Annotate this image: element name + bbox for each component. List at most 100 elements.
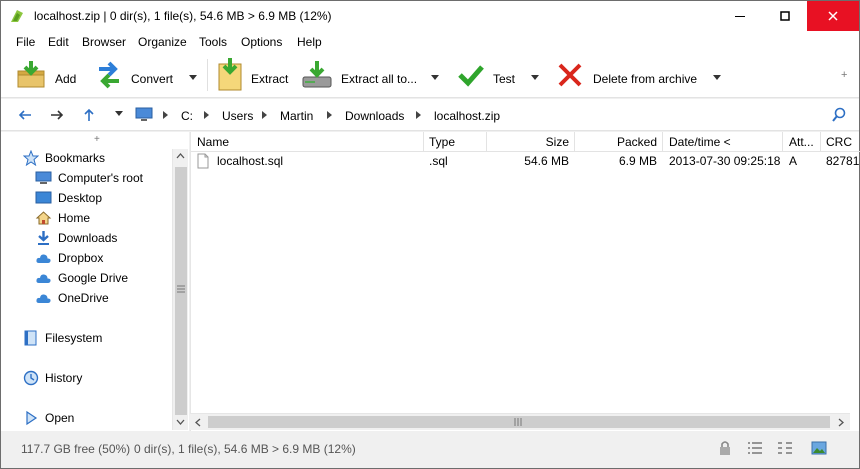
app-window: localhost.zip | 0 dir(s), 1 file(s), 54.…	[0, 0, 860, 469]
menu-edit[interactable]: Edit	[48, 35, 69, 49]
breadcrumb-users[interactable]: Users	[222, 109, 253, 123]
scroll-left-icon[interactable]	[195, 418, 201, 427]
scroll-right-icon[interactable]	[838, 418, 844, 427]
column-header-packed[interactable]: Packed	[575, 132, 663, 152]
delete-dropdown-arrow[interactable]	[713, 75, 721, 80]
image-preview-icon[interactable]	[811, 440, 827, 456]
window-title: localhost.zip | 0 dir(s), 1 file(s), 54.…	[34, 9, 332, 23]
menu-tools[interactable]: Tools	[199, 35, 227, 49]
extract-all-dropdown-arrow[interactable]	[431, 75, 439, 80]
menu-help[interactable]: Help	[297, 35, 322, 49]
sidebar-item-label: OneDrive	[58, 291, 109, 305]
breadcrumb-separator[interactable]	[163, 111, 168, 119]
sidebar-open[interactable]: Open	[23, 409, 74, 427]
sidebar-item-label: Google Drive	[58, 271, 129, 285]
breadcrumb-separator[interactable]	[327, 111, 332, 119]
table-row[interactable]: localhost.sql .sql 54.6 MB 6.9 MB 2013-0…	[191, 152, 860, 170]
forward-arrow-icon[interactable]	[49, 107, 65, 123]
sidebar-filesystem[interactable]: Filesystem	[23, 329, 102, 347]
column-header-attributes[interactable]: Att...	[783, 132, 821, 152]
menu-options[interactable]: Options	[241, 35, 282, 49]
sidebar-item-label: Dropbox	[58, 251, 104, 265]
cloud-icon	[36, 274, 51, 283]
checkmark-icon	[458, 65, 484, 87]
breadcrumb-separator[interactable]	[262, 111, 267, 119]
breadcrumb-separator[interactable]	[416, 111, 421, 119]
delete-button[interactable]: Delete from archive	[557, 55, 725, 95]
computer-icon[interactable]	[135, 107, 153, 123]
convert-button[interactable]: Convert	[95, 55, 203, 95]
sidebar-item-label: Computer's root	[58, 171, 143, 185]
address-bar: C: Users Martin Downloads localhost.zip	[1, 99, 859, 131]
list-view-icon[interactable]	[777, 440, 793, 456]
column-header-type[interactable]: Type	[424, 132, 487, 152]
convert-icon	[99, 61, 119, 89]
sidebar-item-label: Home	[58, 211, 91, 225]
breadcrumb-separator[interactable]	[204, 111, 209, 119]
scroll-down-icon[interactable]	[176, 419, 185, 425]
status-bar: 117.7 GB free (50%) 0 dir(s), 1 file(s),…	[1, 432, 859, 468]
add-archive-icon	[17, 61, 45, 88]
star-icon	[23, 150, 39, 166]
sidebar-scrollbar-thumb[interactable]	[175, 167, 187, 415]
search-icon[interactable]	[831, 107, 847, 123]
test-dropdown-arrow[interactable]	[531, 75, 539, 80]
column-header-name[interactable]: Name	[191, 132, 424, 152]
toolbar-separator	[207, 59, 208, 91]
breadcrumb-archive[interactable]: localhost.zip	[434, 109, 500, 123]
test-button[interactable]: Test	[457, 55, 541, 95]
sidebar-filesystem-label: Filesystem	[45, 331, 103, 345]
file-datetime: 2013-07-30 09:25:18	[669, 154, 781, 168]
up-arrow-icon[interactable]	[81, 107, 97, 123]
sidebar-bookmarks[interactable]: Bookmarks	[23, 149, 105, 167]
file-attributes: A	[789, 154, 798, 168]
horizontal-scrollbar-thumb[interactable]	[208, 416, 830, 428]
breadcrumb-martin[interactable]: Martin	[280, 109, 313, 123]
menu-browser[interactable]: Browser	[82, 35, 126, 49]
add-label: Add	[55, 72, 77, 86]
maximize-button[interactable]	[762, 1, 807, 31]
sidebar: + Bookmarks Computer's root Desktop Home…	[1, 132, 189, 431]
file-list-horizontal-scrollbar[interactable]	[190, 413, 850, 430]
convert-dropdown-arrow[interactable]	[189, 75, 197, 80]
extract-all-button[interactable]: Extract all to...	[301, 55, 443, 95]
file-type: .sql	[429, 154, 448, 168]
menu-organize[interactable]: Organize	[138, 35, 187, 49]
menu-file[interactable]: File	[16, 35, 35, 49]
file-crc: 82781	[826, 154, 860, 168]
extract-button[interactable]: Extract	[215, 55, 291, 95]
sidebar-item-computers-root[interactable]: Computer's root	[35, 169, 143, 187]
column-header-size[interactable]: Size	[487, 132, 575, 152]
scroll-up-icon[interactable]	[176, 153, 185, 159]
sidebar-open-label: Open	[45, 411, 75, 425]
sidebar-item-onedrive[interactable]: OneDrive	[35, 289, 109, 307]
download-arrow-icon	[38, 231, 49, 245]
back-arrow-icon[interactable]	[17, 107, 33, 123]
file-packed: 6.9 MB	[618, 154, 657, 168]
add-button[interactable]: Add	[15, 55, 85, 95]
sidebar-item-desktop[interactable]: Desktop	[35, 189, 102, 207]
breadcrumb-drive[interactable]: C:	[181, 109, 193, 123]
column-header-crc[interactable]: CRC	[821, 132, 860, 152]
sidebar-item-downloads[interactable]: Downloads	[35, 229, 117, 247]
column-header-datetime[interactable]: Date/time <	[663, 132, 783, 152]
toolbar-expand-button[interactable]: +	[841, 69, 847, 81]
sidebar-scrollbar[interactable]	[172, 149, 188, 430]
sidebar-history-label: History	[45, 371, 83, 385]
lock-icon[interactable]	[717, 440, 733, 456]
sidebar-item-google-drive[interactable]: Google Drive	[35, 269, 128, 287]
extract-icon	[218, 58, 242, 91]
grip-icon	[177, 285, 185, 293]
sidebar-item-home[interactable]: Home	[35, 209, 90, 227]
minimize-button[interactable]	[717, 1, 762, 31]
extract-label: Extract	[251, 72, 289, 86]
breadcrumb-downloads[interactable]: Downloads	[345, 109, 404, 123]
close-button[interactable]	[807, 1, 859, 31]
details-view-icon[interactable]	[747, 440, 763, 456]
delete-x-icon	[558, 63, 582, 87]
sidebar-history[interactable]: History	[23, 369, 82, 387]
sidebar-item-dropbox[interactable]: Dropbox	[35, 249, 103, 267]
grip-icon	[514, 418, 522, 426]
sidebar-expand-button[interactable]: +	[94, 134, 100, 145]
history-dropdown-arrow[interactable]	[115, 111, 123, 116]
